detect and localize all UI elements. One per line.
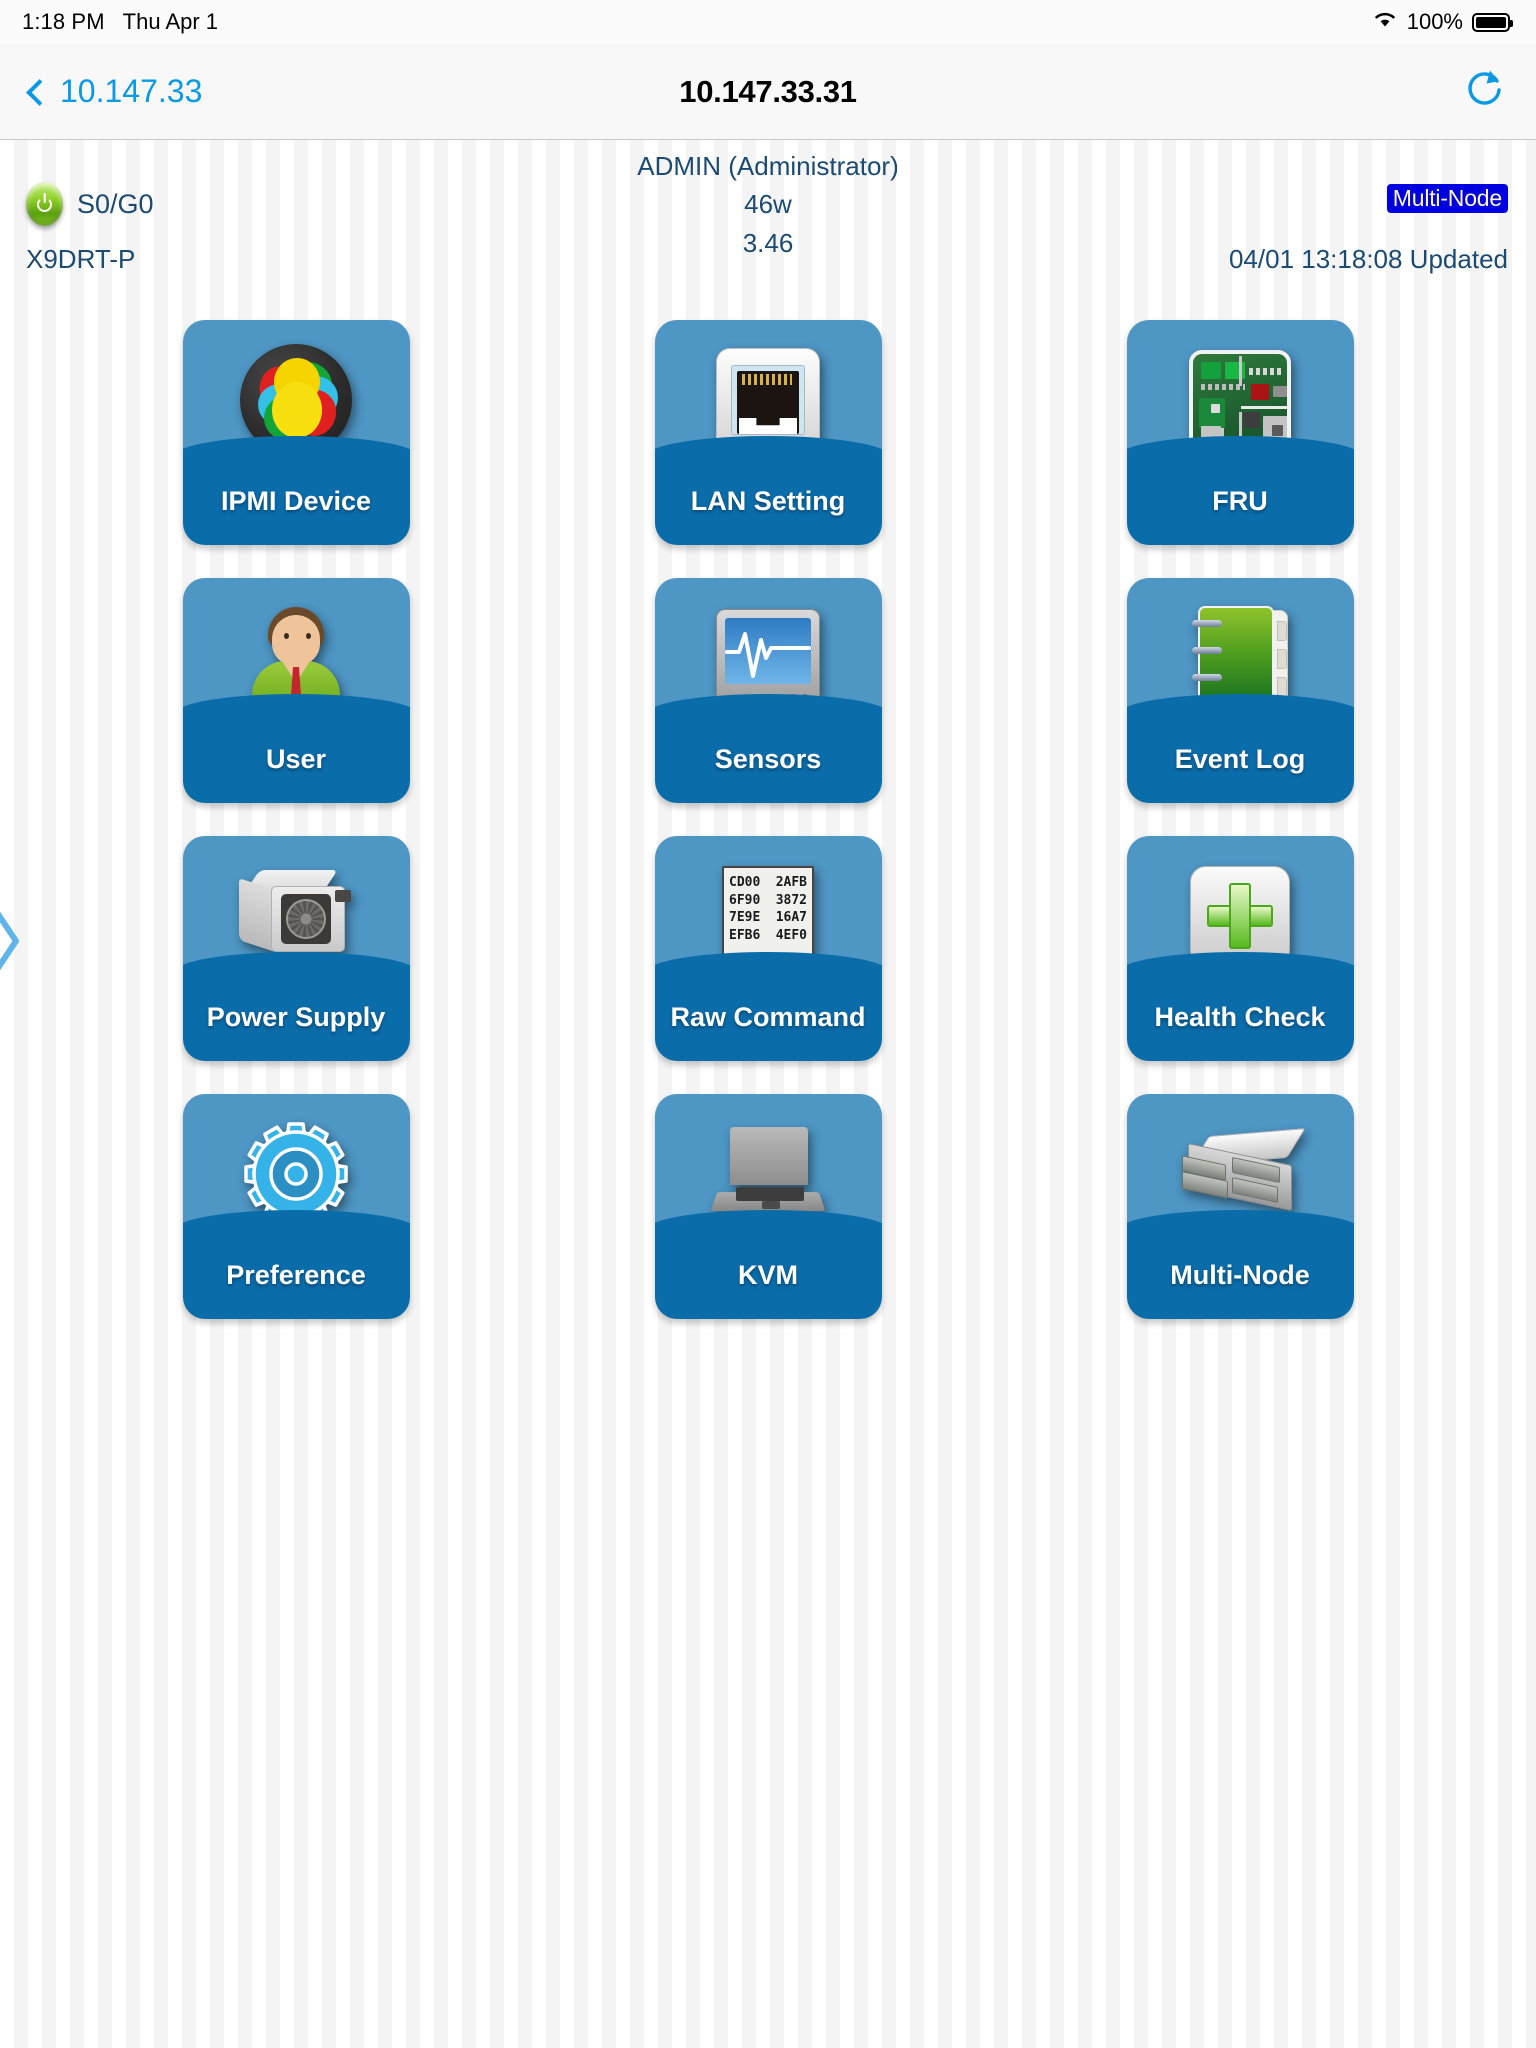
- firmware-version-label: 3.46: [742, 227, 794, 258]
- tile-health-check[interactable]: Health Check: [1126, 836, 1354, 1061]
- refresh-icon[interactable]: [1464, 67, 1506, 116]
- power-state-label: S0/G0: [77, 188, 154, 219]
- tile-fru[interactable]: FRU: [1126, 320, 1354, 545]
- green-cross-icon: [1190, 866, 1290, 966]
- monitor-waveform-icon: [716, 609, 820, 707]
- tile-raw-command[interactable]: CD00 2AFB 6F90 3872 7E9E 16A7 EFB6 4EF0: [654, 836, 882, 1061]
- power-status: S0/G0: [26, 182, 154, 226]
- power-consumption-label: 46w: [744, 189, 792, 220]
- multi-node-badge-wrapper: Multi-Node: [1386, 184, 1508, 214]
- status-badge: Multi-Node: [1386, 184, 1508, 214]
- status-bar-left: 1:18 PM Thu Apr 1: [22, 9, 218, 35]
- tile-label: KVM: [738, 1259, 798, 1290]
- battery-full-icon: [1472, 12, 1513, 32]
- tile-label: Raw Command: [670, 1001, 866, 1032]
- tile-label: Event Log: [1174, 743, 1306, 774]
- page-title: 10.147.33.31: [679, 73, 857, 109]
- tile-label: Preference: [226, 1259, 366, 1290]
- status-bar-date: Thu Apr 1: [122, 9, 219, 34]
- ios-status-bar: 1:18 PM Thu Apr 1 100%: [0, 0, 1536, 44]
- tile-label: Sensors: [714, 743, 822, 774]
- hex-cell: CD00: [729, 875, 761, 890]
- tile-label: Power Supply: [206, 1001, 386, 1032]
- laptop-icon: [710, 1127, 826, 1221]
- status-bar-time: 1:18 PM: [22, 9, 105, 34]
- tile-label: LAN Setting: [690, 485, 846, 516]
- battery-percent: 100%: [1406, 9, 1463, 34]
- status-bar-right: 100%: [1372, 9, 1513, 35]
- power-on-icon: [26, 182, 63, 226]
- tile-sensors[interactable]: Sensors: [654, 578, 882, 803]
- tile-preference[interactable]: Preference: [182, 1094, 410, 1319]
- navigation-bar: 10.147.33 10.147.33.31: [0, 44, 1536, 140]
- back-button-label: 10.147.33: [60, 73, 203, 109]
- system-status-summary: S0/G0 ADMIN (Administrator) 46w 3.46 Mul…: [0, 140, 1536, 300]
- hex-cell: EFB6: [729, 927, 761, 943]
- back-button[interactable]: 10.147.33: [26, 73, 203, 110]
- hex-cell: 3872: [775, 892, 807, 908]
- last-updated-label: 04/01 13:18:08 Updated: [1228, 244, 1508, 274]
- tile-power-supply[interactable]: Power Supply: [182, 836, 410, 1061]
- tile-label: IPMI Device: [220, 485, 372, 516]
- power-supply-unit-icon: [237, 868, 355, 964]
- circuit-board-icon: [1189, 350, 1291, 450]
- menu-grid: IPMI Device LAN Setting FRU User Sensors…: [0, 320, 1536, 1319]
- tile-user[interactable]: User: [182, 578, 410, 803]
- tile-label: User: [265, 743, 327, 774]
- tile-lan-setting[interactable]: LAN Setting: [654, 320, 882, 545]
- tile-multi-node[interactable]: Multi-Node: [1126, 1094, 1354, 1319]
- tile-label: Health Check: [1154, 1001, 1326, 1032]
- hex-cell: 6F90: [729, 892, 761, 908]
- tile-kvm[interactable]: KVM: [654, 1094, 882, 1319]
- tile-ipmi-device[interactable]: IPMI Device: [182, 320, 410, 545]
- current-user-label: ADMIN (Administrator): [637, 151, 899, 181]
- hex-document-icon: CD00 2AFB 6F90 3872 7E9E 16A7 EFB6 4EF0: [722, 866, 814, 966]
- hex-cell: 4EF0: [775, 927, 807, 943]
- content-area: S0/G0 ADMIN (Administrator) 46w 3.46 Mul…: [0, 140, 1536, 2048]
- hex-cell: 7E9E: [729, 910, 761, 926]
- chevron-left-icon: [26, 78, 53, 106]
- hex-cell: 2AFB: [775, 875, 807, 890]
- board-model-label: X9DRT-P: [26, 244, 136, 274]
- wifi-icon: [1372, 9, 1398, 35]
- tile-label: FRU: [1212, 485, 1268, 516]
- hex-cell: 16A7: [775, 910, 807, 926]
- tile-event-log[interactable]: Event Log: [1126, 578, 1354, 803]
- tile-label: Multi-Node: [1170, 1259, 1310, 1290]
- server-chassis-icon: [1180, 1127, 1306, 1220]
